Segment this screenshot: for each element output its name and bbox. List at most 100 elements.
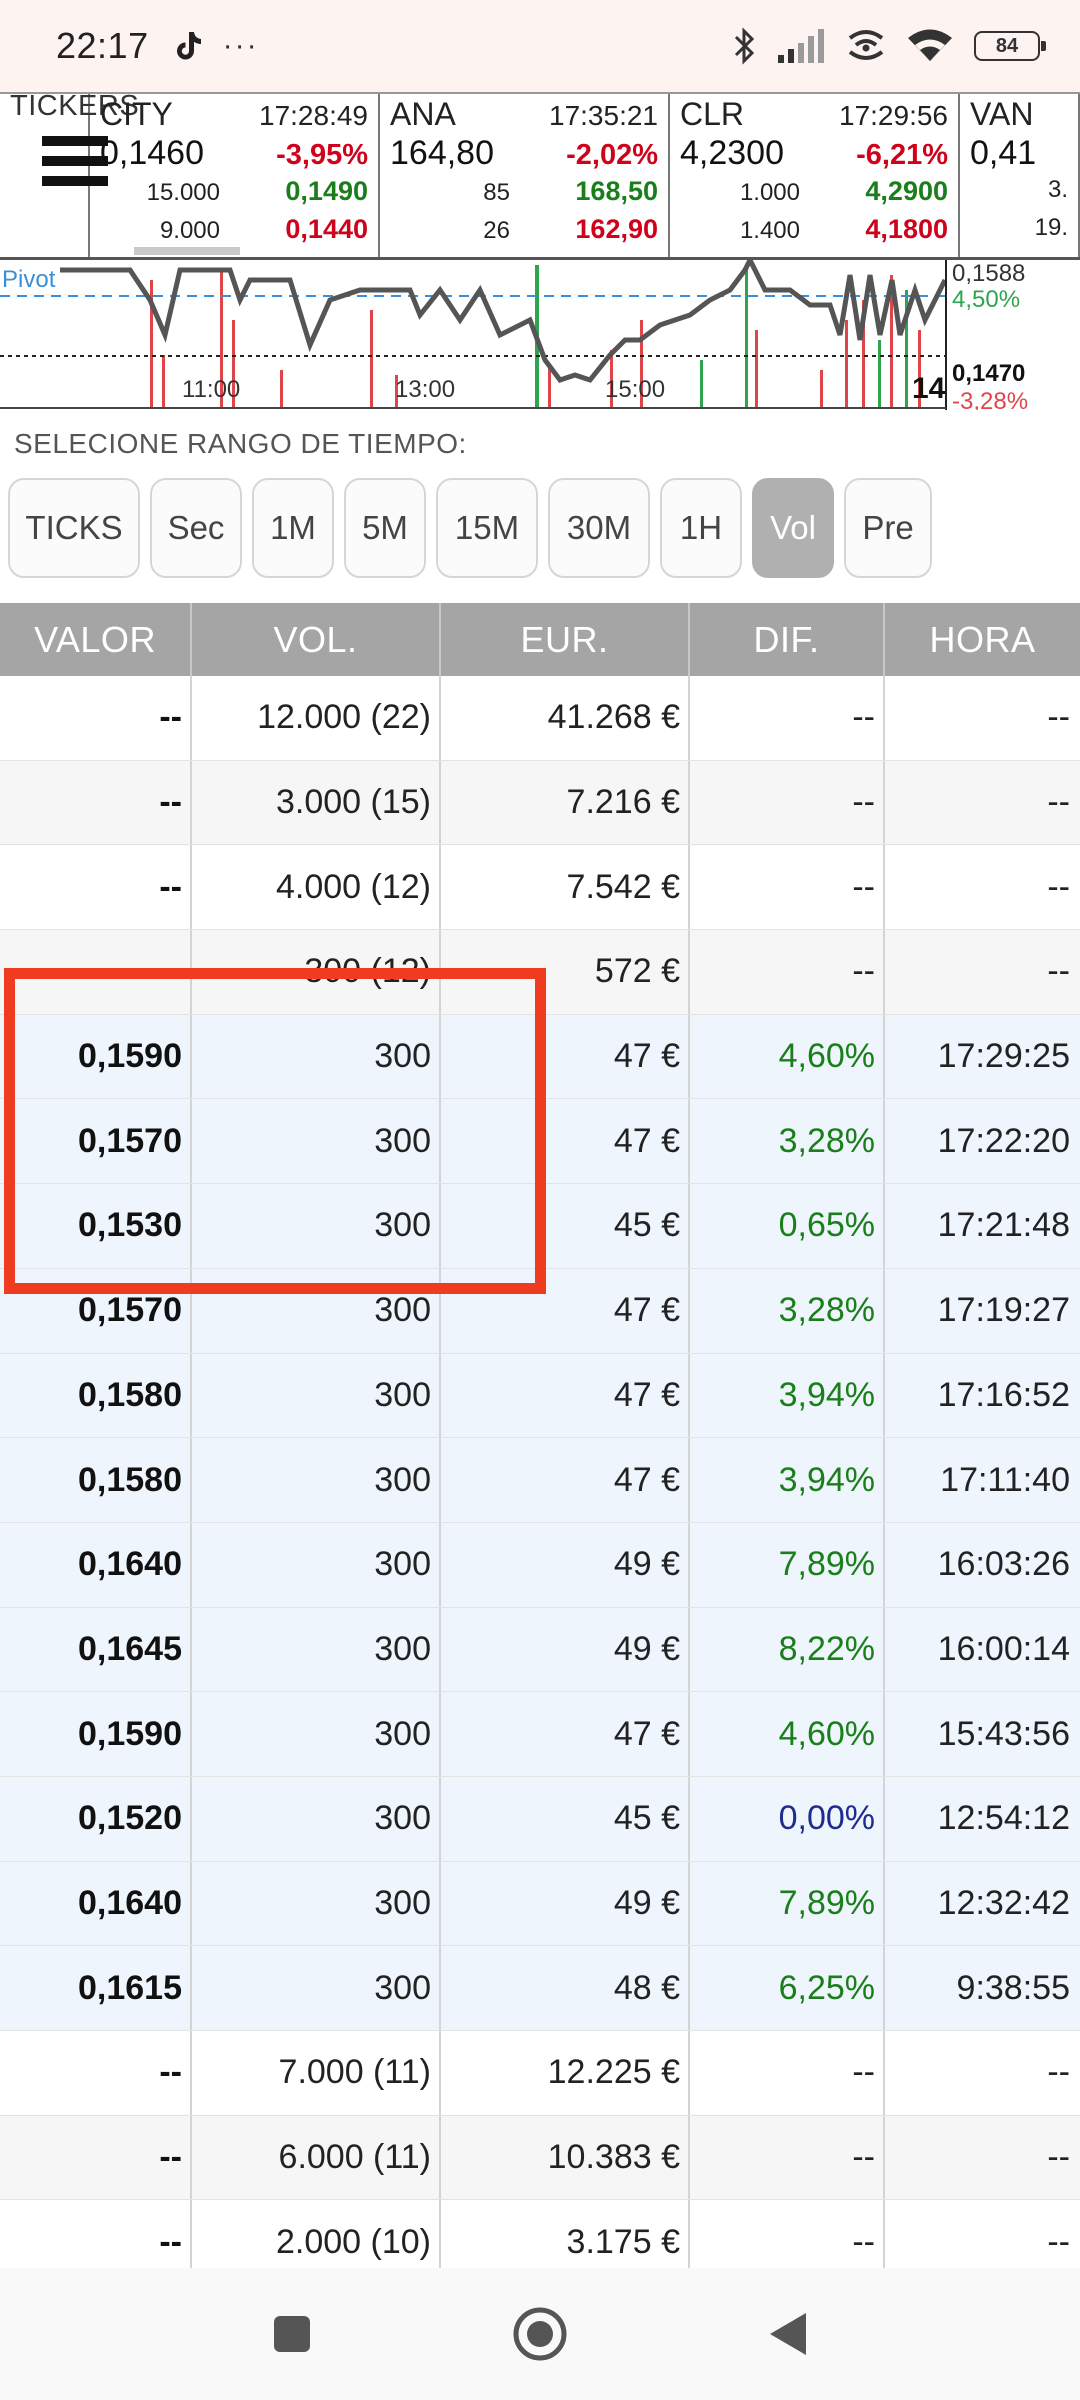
ticker-symbol: ANA: [390, 96, 456, 132]
tickers-menu-button[interactable]: TICKERS: [0, 94, 139, 257]
ticker-strip: TICKERS CITY 17:28:49 0,1460 -3,95% 15.000…: [0, 92, 1080, 260]
cell-eur: 10.383 €: [441, 2115, 690, 2200]
back-triangle-icon[interactable]: [768, 2311, 808, 2357]
cell-hora: 17:29:25: [937, 1037, 1070, 1076]
cell-eur: 47 €: [441, 1268, 690, 1353]
ticker-price: 0,41: [970, 134, 1037, 172]
cell-dif: --: [690, 676, 885, 760]
pivot-label: Pivot: [2, 266, 56, 293]
ticker-bid-volume: 85: [483, 179, 510, 206]
table-row[interactable]: -- 3.000 (15) 7.216 € -- --: [0, 760, 1080, 846]
ticker-symbol: CITY: [100, 96, 173, 132]
table-row[interactable]: 0,1640 300 49 €7,89% 12:32:42: [0, 1861, 1080, 1947]
table-row[interactable]: -- 6.000 (11) 10.383 € -- --: [0, 2115, 1080, 2201]
cell-hora: 16:00:14: [937, 1629, 1070, 1668]
ticker-time: 17:29:56: [839, 100, 948, 131]
range-button-30m[interactable]: 30M: [548, 478, 650, 578]
cell-vol: 300: [192, 1607, 441, 1692]
cell-valor: 0,1590: [0, 1014, 192, 1099]
range-button-ticks[interactable]: TICKS: [8, 478, 140, 578]
cell-hora: 15:43:56: [937, 1714, 1070, 1753]
table-row[interactable]: 0,1530 300 45 €0,65% 17:21:48: [0, 1184, 1080, 1269]
table-row[interactable]: 0,1615 300 48 €6,25% 9:38:55: [0, 1946, 1080, 2031]
cell-vol: 7.000 (11): [192, 2031, 441, 2115]
time-range-title: SELECIONE RANGO DE TIEMPO:: [14, 428, 467, 459]
time-range-buttons: TICKS Sec 1M 5M 15M 30M 1H Vol Pre: [8, 478, 932, 578]
cell-eur: 49 €: [441, 1607, 690, 1692]
table-row[interactable]: 0,1570 300 47 €3,28% 17:22:20: [0, 1099, 1080, 1185]
table-row[interactable]: -- 4.000 (12) 7.542 € -- --: [0, 845, 1080, 931]
chart-neg-label: -3,28%: [952, 388, 1029, 410]
table-row[interactable]: -- 7.000 (11) 12.225 € -- --: [0, 2031, 1080, 2116]
ticker-change: -2,02%: [566, 139, 658, 171]
range-button-pre[interactable]: Pre: [844, 478, 932, 578]
ticker-card-city[interactable]: CITY 17:28:49 0,1460 -3,95% 15.000 0,1490 9…: [90, 94, 380, 257]
ticker-ask-volume: 19.: [1034, 214, 1068, 241]
table-row[interactable]: 0,1645 300 49 €8,22% 16:00:14: [0, 1607, 1080, 1693]
cell-vol: 300: [192, 1776, 441, 1861]
x-axis-label: 13:00: [395, 376, 456, 403]
range-button-1h[interactable]: 1H: [660, 478, 742, 578]
column-header-hora[interactable]: HORA: [885, 603, 1080, 676]
ticker-card-clr[interactable]: CLR 17:29:56 4,2300 -6,21% 1.000 4,2900 1.4…: [670, 94, 960, 257]
range-button-vol[interactable]: Vol: [752, 478, 834, 578]
cell-dif: 7,89%: [690, 1861, 885, 1946]
column-header-valor[interactable]: VALOR: [0, 603, 192, 676]
table-row[interactable]: 0,1640 300 49 €7,89% 16:03:26: [0, 1522, 1080, 1608]
cell-hora: 17:22:20: [937, 1121, 1070, 1160]
range-button-15m[interactable]: 15M: [436, 478, 538, 578]
table-row[interactable]: -- 12.000 (22) 41.268 € -- --: [0, 676, 1080, 761]
cell-dif: 3,28%: [690, 1268, 885, 1353]
ticker-ask-volume: 9.000: [159, 217, 220, 244]
cell-eur: 49 €: [441, 1861, 690, 1946]
column-header-vol[interactable]: VOL.: [192, 603, 441, 676]
cell-dif: 6,25%: [690, 1946, 885, 2030]
ticker-ask-volume: 1.400: [739, 217, 800, 244]
cell-vol: 4.000 (12): [192, 845, 441, 930]
table-row[interactable]: 0,1590 300 47 €4,60% 15:43:56: [0, 1692, 1080, 1777]
range-button-1m[interactable]: 1M: [252, 478, 334, 578]
cell-vol: 300 (12): [192, 930, 441, 1014]
cell-hora: --: [1047, 783, 1070, 822]
ticker-bid: 4,2900: [865, 176, 948, 206]
cell-valor: 0,1590: [0, 1692, 192, 1776]
more-notifications-icon: ···: [222, 29, 259, 62]
table-row[interactable]: 0,1570 300 47 €3,28% 17:19:27: [0, 1268, 1080, 1354]
recents-square-icon[interactable]: [272, 2314, 312, 2354]
ticker-card-van[interactable]: VAN 0,41 3. 19.: [960, 94, 1080, 257]
ticker-bid: 168,50: [575, 176, 658, 206]
volume-table: VALOR VOL. EUR. DIF. HORA -- 12.000 (22) 4…: [0, 603, 1080, 2286]
range-button-sec[interactable]: Sec: [150, 478, 242, 578]
cell-eur: 47 €: [441, 1692, 690, 1776]
column-header-eur[interactable]: EUR.: [441, 603, 690, 676]
table-row[interactable]: 0,1580 300 47 €3,94% 17:16:52: [0, 1353, 1080, 1439]
table-row[interactable]: -- 300 (12) 572 € -- --: [0, 930, 1080, 1015]
cell-eur: 47 €: [441, 1014, 690, 1099]
bluetooth-icon: [734, 27, 755, 65]
intraday-mini-chart[interactable]: Pivot 11:00 13:00 15:00 14 0,1588 4,50% …: [0, 260, 1080, 410]
ticker-card-ana[interactable]: ANA 17:35:21 164,80 -2,02% 85 168,50 26 162,…: [380, 94, 670, 257]
ticker-change: -6,21%: [856, 139, 948, 171]
ticker-ask: 0,1440: [285, 214, 368, 244]
table-row[interactable]: 0,1520 300 45 €0,00% 12:54:12: [0, 1776, 1080, 1862]
table-row[interactable]: 0,1580 300 47 €3,94% 17:11:40: [0, 1438, 1080, 1523]
system-navigation-bar: [0, 2268, 1080, 2400]
ticker-ask: 4,1800: [865, 214, 948, 244]
home-circle-icon[interactable]: [512, 2306, 568, 2362]
cell-valor: 0,1570: [0, 1099, 192, 1184]
cell-eur: 41.268 €: [441, 676, 690, 760]
ticker-ask-volume: 26: [483, 217, 510, 244]
table-row[interactable]: 0,1590 300 47 €4,60% 17:29:25: [0, 1014, 1080, 1100]
cell-vol: 300: [192, 1692, 441, 1776]
cell-dif: --: [690, 930, 885, 1014]
cell-valor: 0,1530: [0, 1184, 192, 1268]
cell-hora: 17:16:52: [937, 1375, 1070, 1414]
column-header-dif[interactable]: DIF.: [690, 603, 885, 676]
cell-eur: 45 €: [441, 1776, 690, 1861]
cell-vol: 300: [192, 1438, 441, 1522]
range-button-5m[interactable]: 5M: [344, 478, 426, 578]
cell-valor: 0,1640: [0, 1522, 192, 1607]
wifi-icon: [908, 29, 952, 61]
cell-dif: 4,60%: [690, 1692, 885, 1776]
ticker-time: 17:28:49: [259, 100, 368, 131]
